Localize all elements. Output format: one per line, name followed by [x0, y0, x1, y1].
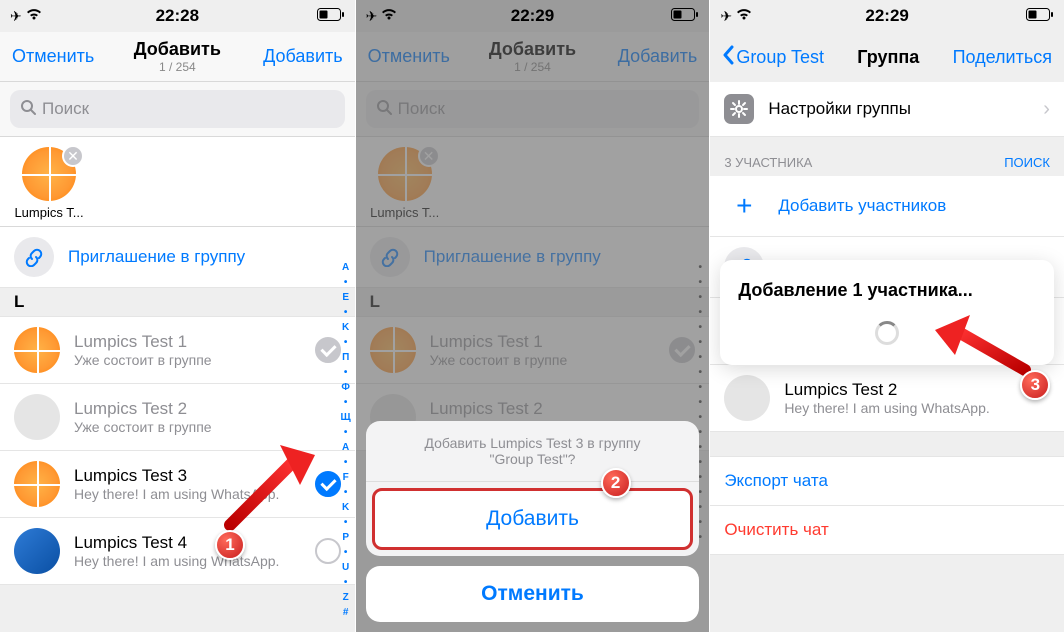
annotation-badge-2: 2 [601, 468, 631, 498]
group-settings-row[interactable]: Настройки группы › [710, 82, 1064, 137]
export-chat-button[interactable]: Экспорт чата [710, 456, 1064, 506]
invite-link-row[interactable]: Приглашение в группу [0, 227, 355, 288]
sheet-add-button[interactable]: Добавить [372, 488, 694, 550]
settings-label: Настройки группы [768, 99, 1029, 119]
search-wrap: Поиск [0, 82, 355, 137]
navbar: Отменить Добавить 1 / 254 Добавить [0, 32, 355, 82]
contact-row[interactable]: Lumpics Test 1 Уже состоит в группе [0, 317, 355, 384]
add-button[interactable]: Добавить [253, 46, 343, 67]
members-search-button[interactable]: ПОИСК [1004, 155, 1050, 170]
status-bar: ✈︎ 22:29 [710, 0, 1064, 32]
selected-chips: ✕ Lumpics T... [0, 137, 355, 227]
contact-status: Hey there! I am using WhatsApp. [74, 486, 301, 502]
sheet-cancel-button[interactable]: Отменить [366, 566, 700, 622]
plus-icon: + [724, 186, 764, 226]
status-time: 22:29 [710, 6, 1064, 26]
contact-status: Уже состоит в группе [74, 352, 301, 368]
clear-chat-button[interactable]: Очистить чат [710, 506, 1064, 555]
status-bar: ✈︎ 22:28 [0, 0, 355, 32]
checkmark-icon [315, 337, 341, 363]
annotation-badge-1: 1 [215, 530, 245, 560]
hud-message: Добавление 1 участника... [738, 280, 1036, 301]
share-button[interactable]: Поделиться [953, 47, 1052, 68]
contact-name: Lumpics Test 2 [74, 399, 341, 419]
checkmark-icon[interactable] [315, 538, 341, 564]
search-placeholder: Поиск [42, 99, 89, 119]
member-avatar [724, 375, 770, 421]
invite-link-text: Приглашение в группу [68, 247, 245, 267]
spinner-icon [875, 321, 899, 345]
screen-add-contacts: ✈︎ 22:28 Отменить Добавить 1 / 254 Добав… [0, 0, 355, 632]
back-button[interactable]: Group Test [722, 45, 824, 70]
contact-name: Lumpics Test 1 [74, 332, 301, 352]
link-icon [14, 237, 54, 277]
members-header: 3 УЧАСТНИКА ПОИСК [710, 137, 1064, 176]
nav-title: Группа [824, 47, 953, 68]
nav-count: 1 / 254 [102, 60, 253, 74]
contact-avatar [14, 394, 60, 440]
selected-contact-chip[interactable]: ✕ Lumpics T... [14, 147, 84, 220]
chip-remove-icon[interactable]: ✕ [62, 145, 84, 167]
contact-row[interactable]: Lumpics Test 2 Уже состоит в группе [0, 384, 355, 451]
navbar: Group Test Группа Поделиться [710, 32, 1064, 82]
sheet-message: Добавить Lumpics Test 3 в группу "Group … [366, 421, 700, 482]
contact-avatar [14, 461, 60, 507]
status-time: 22:28 [0, 6, 355, 26]
contact-status: Hey there! I am using WhatsApp. [74, 553, 301, 569]
add-member-label: Добавить участников [778, 196, 946, 216]
checkmark-icon[interactable] [315, 471, 341, 497]
screen-confirm-sheet: ✈︎ 22:29 Отменить Добавить 1 / 254 Добав… [355, 0, 710, 632]
chevron-right-icon: › [1043, 98, 1050, 121]
nav-title: Добавить [102, 39, 253, 60]
contact-avatar [14, 528, 60, 574]
contact-row[interactable]: Lumpics Test 4 Hey there! I am using Wha… [0, 518, 355, 585]
search-input[interactable]: Поиск [10, 90, 345, 128]
member-name: Lumpics Test 2 [784, 380, 1050, 400]
section-header-L: L [0, 288, 355, 317]
contact-name: Lumpics Test 3 [74, 466, 301, 486]
screen-group-info: ✈︎ 22:29 Group Test Группа Поделиться На… [709, 0, 1064, 632]
contact-row[interactable]: Lumpics Test 3 Hey there! I am using Wha… [0, 451, 355, 518]
contact-status: Уже состоит в группе [74, 419, 341, 435]
gear-icon [724, 94, 754, 124]
index-bar[interactable]: A•E•K•П•Ф•Щ•A•F•K•P•U•Z# [339, 260, 353, 620]
cancel-button[interactable]: Отменить [12, 46, 102, 67]
progress-hud: Добавление 1 участника... [720, 260, 1054, 365]
member-row[interactable]: Lumpics Test 2 Hey there! I am using Wha… [710, 365, 1064, 432]
add-member-row[interactable]: + Добавить участников [710, 176, 1064, 237]
contact-avatar [14, 327, 60, 373]
search-icon [20, 99, 36, 120]
chip-name: Lumpics T... [14, 205, 84, 220]
chevron-left-icon [722, 45, 734, 70]
member-status: Hey there! I am using WhatsApp. [784, 400, 1050, 416]
contact-name: Lumpics Test 4 [74, 533, 301, 553]
action-sheet: Добавить Lumpics Test 3 в группу "Group … [366, 421, 700, 622]
